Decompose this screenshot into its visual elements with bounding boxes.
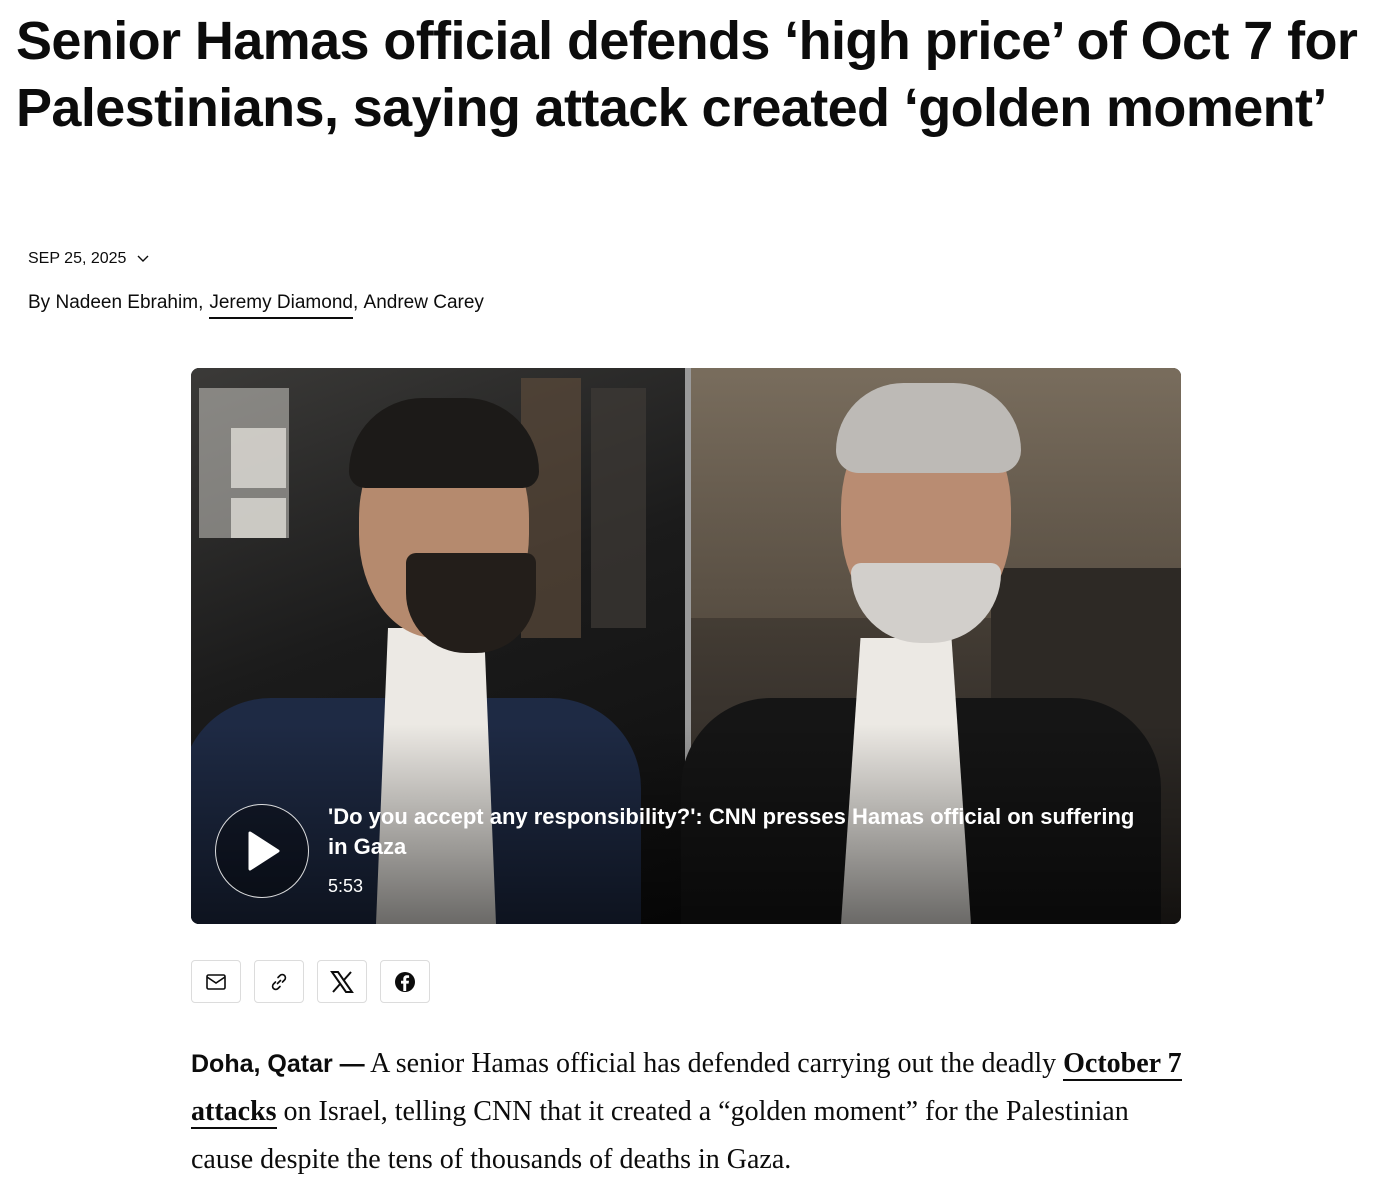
video-duration: 5:53 [328,876,364,896]
facebook-icon [395,971,415,992]
paragraph-text-1: A senior Hamas official has defended car… [364,1048,1064,1079]
article-headline: Senior Hamas official defends ‘high pric… [16,11,1358,138]
byline-author-2-link[interactable]: Jeremy Diamond [209,292,353,319]
byline: By Nadeen Ebrahim , Jeremy Diamond , And… [28,292,484,319]
video-player[interactable]: 'Do you accept any responsibility?': CNN… [191,368,1181,924]
play-icon [248,831,280,871]
chevron-down-icon [137,255,149,262]
share-email-button[interactable] [191,960,241,1003]
play-button[interactable] [215,804,309,898]
share-copy-link-button[interactable] [254,960,304,1003]
video-title[interactable]: 'Do you accept any responsibility?': CNN… [328,802,1148,862]
byline-author-1: Nadeen Ebrahim [55,292,199,313]
x-icon [330,970,354,993]
share-facebook-button[interactable] [380,960,430,1003]
share-x-button[interactable] [317,960,367,1003]
publish-date[interactable]: SEP 25, 2025 [28,250,150,268]
byline-prefix: By [28,292,51,313]
article-paragraph: Doha, Qatar — A senior Hamas official ha… [191,1040,1191,1184]
paragraph-text-2: on Israel, telling CNN that it created a… [191,1096,1129,1175]
link-icon [271,973,287,990]
dateline: Doha, Qatar — [191,1050,365,1078]
publish-date-text: SEP 25, 2025 [28,250,127,267]
email-icon [206,973,226,990]
share-bar [191,960,430,1003]
byline-author-3: Andrew Carey [363,292,484,313]
